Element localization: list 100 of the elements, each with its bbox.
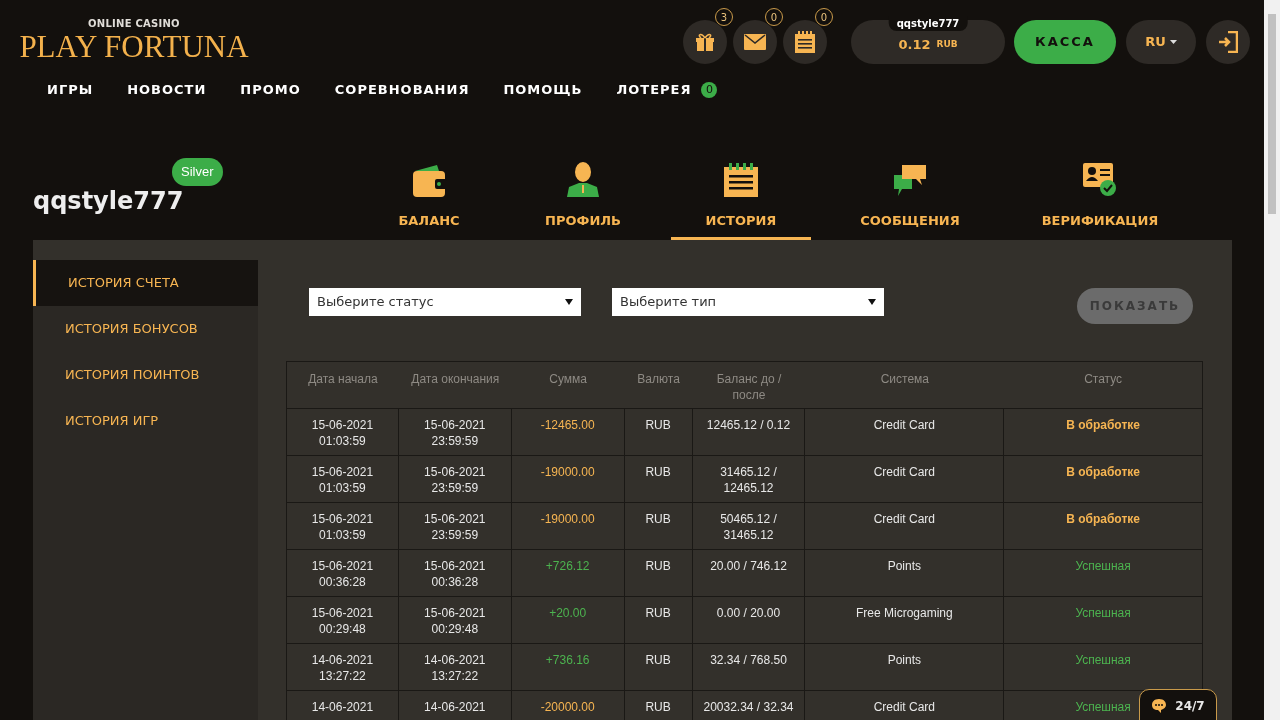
count-badge: 0 [765,8,783,26]
table-cell: RUB [645,511,671,527]
table-cell: Points [887,652,921,668]
table-cell-text: 14-06-2021 13:27:22 [423,652,487,684]
table-cell: -12465.00 [540,417,595,433]
logo-tagline: ONLINE CASINO [88,16,180,31]
table-cell: 20.00 / 746.12 [710,558,787,574]
profile-username: qqstyle777 [33,187,184,215]
table-cell: 32.34 / 768.50 [710,652,787,668]
table-cell-text: 15-06-2021 01:03:59 [310,417,375,449]
profile-tab[interactable]: ВЕРИФИКАЦИЯ [1030,139,1170,240]
logout-button[interactable] [1206,20,1250,64]
caret-icon [565,299,573,305]
table-cell: RUB [645,464,671,480]
count-badge: 3 [715,8,733,26]
table-cell: 0.00 / 20.00 [716,605,781,621]
table-cell: +736.16 [545,652,590,668]
header-icon-button[interactable] [783,20,827,64]
column-header: Статус [1084,371,1123,388]
table-cell: Успешная [1075,699,1131,715]
table-cell: RUB [645,417,671,433]
table-cell-text: 15-06-2021 00:29:48 [310,605,375,637]
table-cell: RUB [645,558,671,574]
table-cell: 14-06-2021 [424,699,486,715]
table-cell-text: 50465.12 / 31465.12 [719,511,778,543]
sidebar-item[interactable]: ИСТОРИЯ СЧЕТА [33,260,258,306]
nav-link[interactable]: СОРЕВНОВАНИЯ [334,80,470,100]
table-cell: Credit Card [873,511,935,527]
table-cell: Credit Card [873,464,935,480]
table-cell: В обработке [1066,464,1140,480]
table-cell: Успешная [1075,558,1131,574]
envelope-icon [744,34,766,50]
nav-link[interactable]: НОВОСТИ [127,80,207,100]
scrollbar[interactable] [1264,0,1280,720]
table-cell: Успешная [1075,652,1131,668]
table-cell: Credit Card [873,417,935,433]
table-cell: 20032.34 / 32.34 [703,699,794,715]
table-cell: В обработке [1066,511,1140,527]
table-cell-text: 31465.12 / 12465.12 [719,464,778,496]
logo-wordmark[interactable]: PLAY FORTUNA [19,30,249,63]
column-header: Система [880,371,929,388]
column-header: Дата окончания [411,371,500,388]
column-header: Валюта [637,371,680,388]
language-selector[interactable]: RU [1126,20,1196,64]
table-cell-text: 14-06-2021 13:27:22 [310,652,375,684]
caret-icon [868,299,876,305]
table-cell-text: 15-06-2021 23:59:59 [423,511,487,543]
column-header: Дата начала [308,371,378,388]
wallet-icon [411,163,447,197]
nav-link[interactable]: ПОМОЩЬ [503,80,583,100]
status-select[interactable]: Выберите статус [309,288,581,316]
table-cell: RUB [645,652,671,668]
sidebar-item[interactable]: ИСТОРИЯ ПОИНТОВ [33,352,258,398]
table-cell: Free Microgaming [855,605,953,621]
id-card-check-icon [1083,163,1117,197]
gift-icon [695,32,715,52]
nav-link[interactable]: ПРОМО [240,80,301,100]
column-header: Сумма [549,371,588,388]
table-cell-text: 15-06-2021 01:03:59 [310,511,375,543]
count-badge: 0 [815,8,833,26]
table-cell-text: 15-06-2021 00:29:48 [423,605,487,637]
header-icon-button[interactable] [733,20,777,64]
column-header: Баланс до / после [715,371,783,404]
table-cell: -19000.00 [540,464,595,480]
nav-link[interactable]: ЛОТЕРЕЯ [616,80,692,100]
table-cell: Успешная [1075,605,1131,621]
table-cell: 14-06-2021 [311,699,374,715]
table-cell: RUB [645,605,671,621]
header-icon-button[interactable] [683,20,727,64]
profile-tab[interactable]: БАЛАНС [359,139,499,240]
table-cell-text: 15-06-2021 01:03:59 [310,464,375,496]
profile-tab[interactable]: СООБЩЕНИЯ [840,139,980,240]
cashier-button[interactable]: КАССА [1014,20,1116,64]
balance-currency: RUB [936,38,958,52]
table-cell: +20.00 [549,605,587,621]
chat-button[interactable]: 24/7 [1139,689,1217,720]
notepad-icon [795,31,815,53]
table-cell-text: 15-06-2021 00:36:28 [423,558,487,590]
notepad-icon [724,163,758,197]
table-cell-text: 15-06-2021 23:59:59 [423,464,487,496]
balance-amount: 0.12 [898,36,931,55]
table-cell: Credit Card [873,699,935,715]
table-cell-text: 15-06-2021 00:36:28 [310,558,375,590]
person-icon [565,161,601,197]
type-select[interactable]: Выберите тип [612,288,884,316]
table-cell: -19000.00 [540,511,595,527]
nav-link[interactable]: ИГРЫ [47,80,94,100]
lottery-badge: 0 [701,82,718,98]
chat-bubble-icon [1151,698,1168,714]
sidebar-item[interactable]: ИСТОРИЯ ИГР [33,398,258,444]
table-cell: 12465.12 / 0.12 [706,417,791,433]
caret-icon [1169,40,1177,44]
balance-username: qqstyle777 [888,16,968,31]
table-cell-text: 15-06-2021 23:59:59 [423,417,487,449]
chat-bubbles-icon [892,163,928,197]
sidebar-item[interactable]: ИСТОРИЯ БОНУСОВ [33,306,258,352]
profile-tab[interactable]: ПРОФИЛЬ [513,139,653,240]
level-badge: Silver [172,158,223,186]
table-cell: +726.12 [545,558,590,574]
table-cell: В обработке [1066,417,1140,433]
